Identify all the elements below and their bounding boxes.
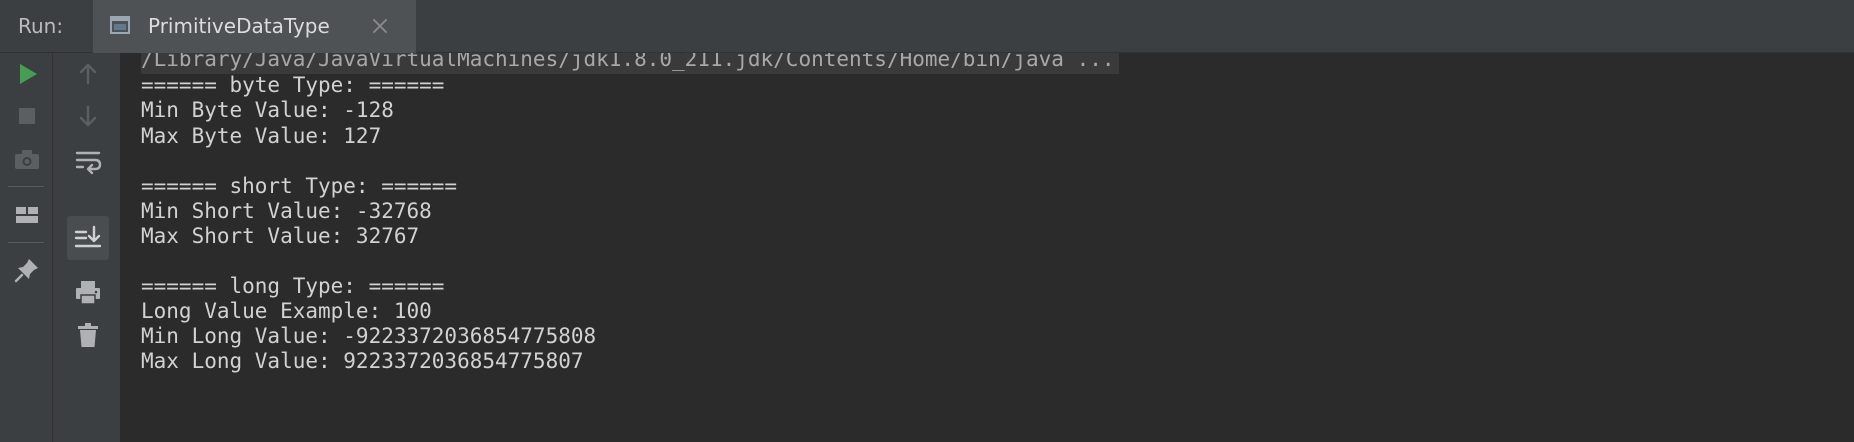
run-tool-window: Run: PrimitiveDataType /Library/Java/Jav… [0,0,1854,442]
down-arrow-icon[interactable] [71,99,105,133]
console-line: Max Short Value: 32767 [141,224,420,248]
run-icon[interactable] [10,57,44,91]
console-line: Max Byte Value: 127 [141,124,382,148]
run-label: Run: [18,14,64,38]
layout-icon[interactable] [10,198,44,232]
console-output[interactable]: /Library/Java/JavaVirtualMachines/jdk1.8… [121,53,1854,442]
console-line: Max Long Value: 9223372036854775807 [141,349,584,373]
run-actions-toolbar [0,53,53,442]
toolbar-divider [8,242,44,243]
run-tab-bar: Run: PrimitiveDataType [0,0,1854,53]
console-actions-toolbar [53,53,121,442]
tab-title: PrimitiveDataType [148,14,330,38]
up-arrow-icon[interactable] [71,57,105,91]
print-icon[interactable] [71,275,105,309]
tab-primitive-data-type[interactable]: PrimitiveDataType [93,0,416,53]
camera-icon[interactable] [10,143,44,177]
stop-icon[interactable] [10,99,44,133]
toolbar-divider [8,186,44,187]
pin-icon[interactable] [10,253,44,287]
close-icon[interactable] [371,17,389,35]
trash-icon[interactable] [71,318,105,352]
scroll-to-end-icon[interactable] [71,221,105,255]
soft-wrap-icon[interactable] [71,143,105,177]
console-window-icon [110,15,130,35]
